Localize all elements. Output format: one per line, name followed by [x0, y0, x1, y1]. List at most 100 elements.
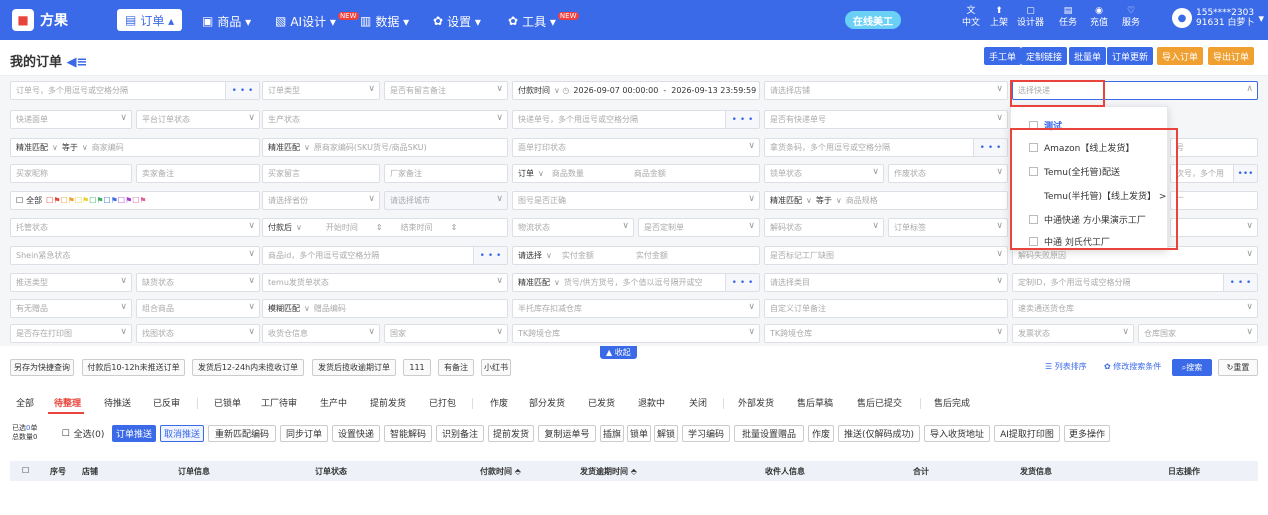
order-update-button[interactable]: 订单更新: [1107, 47, 1154, 65]
factory-input[interactable]: 厂: [1170, 191, 1258, 210]
list-sort-link[interactable]: ☰ 列表排序: [1045, 361, 1087, 372]
export-orders-button[interactable]: 导出订单: [1208, 47, 1255, 65]
push-order-button[interactable]: 订单推送: [112, 425, 156, 442]
quick-query-button[interactable]: 小红书: [481, 359, 511, 376]
tab-pending-organize[interactable]: 待整理: [54, 396, 81, 409]
more-dots[interactable]: •••: [1233, 165, 1257, 182]
tab-locked[interactable]: 已锁单: [214, 396, 241, 409]
tab-pending-push[interactable]: 待推送: [104, 396, 131, 409]
select-all-checkbox[interactable]: ☐ 全选(0): [57, 425, 109, 442]
filter-extra-select[interactable]: ∨: [1170, 218, 1258, 237]
tab-factory-review[interactable]: 工厂待审: [261, 396, 297, 409]
tab-rereviewed[interactable]: 已反审: [153, 396, 180, 409]
receive-warehouse-select[interactable]: 收货仓信息 ∨: [262, 324, 380, 343]
temu-ship-status-select[interactable]: temu发货单状态 ∨: [262, 273, 508, 292]
buyer-message-input[interactable]: 买家留言: [262, 164, 380, 183]
stockout-select[interactable]: 缺货状态 ∨: [136, 273, 260, 292]
import-orders-button[interactable]: 导入订单: [1157, 47, 1204, 65]
tab-aftersale-done[interactable]: 售后完成: [934, 396, 970, 409]
number-input[interactable]: 号: [1170, 138, 1258, 157]
cancel-push-button[interactable]: 取消推送: [160, 425, 204, 442]
quick-query-button[interactable]: 111: [403, 359, 431, 376]
nav-settings[interactable]: ✿ 设置 ▾: [433, 11, 481, 31]
nav-goods[interactable]: ▣ 商品 ▾: [202, 11, 251, 31]
semi-stock-select[interactable]: 半托库存扣减仓库 ∨: [512, 299, 760, 318]
sync-order-button[interactable]: 同步订单: [280, 425, 328, 442]
recognize-note-button[interactable]: 识别备注: [436, 425, 484, 442]
production-status-select[interactable]: 生产状态 ∨: [262, 110, 508, 129]
province-select[interactable]: 请选择省份 ∨: [262, 191, 380, 210]
tab-partial-ship[interactable]: 部分发货: [529, 396, 565, 409]
import-address-button[interactable]: 导入收货地址: [924, 425, 990, 442]
tab-all[interactable]: 全部: [16, 396, 34, 409]
custom-note-input[interactable]: 自定义订单备注: [764, 299, 1008, 318]
nav-tools[interactable]: ✿ 工具 ▾ NEW: [508, 11, 579, 31]
nav-orders[interactable]: ▤ 订单 ▴: [117, 9, 183, 31]
nav-data[interactable]: ▥ 数据 ▾: [360, 11, 409, 31]
header-checkbox[interactable]: ☐: [22, 466, 29, 475]
tk-warehouse-select-2[interactable]: TK跨境仓库 ∨: [764, 324, 1008, 343]
batch-gift-button[interactable]: 批量设置赠品: [734, 425, 804, 442]
print-status-select[interactable]: 面单打印状态 ∨: [512, 138, 760, 157]
category-select[interactable]: 请选择类目 ∨: [764, 273, 1008, 292]
custom-order-select[interactable]: 是否定制单 ∨: [638, 218, 760, 237]
flag-button[interactable]: 插旗: [600, 425, 624, 442]
tab-closed[interactable]: 关闭: [689, 396, 707, 409]
shein-urgent-select[interactable]: Shein紧急状态 ∨: [10, 246, 260, 265]
factory-note-input[interactable]: 厂家备注: [384, 164, 508, 183]
nav-designer[interactable]: ▢ 设计器: [1017, 5, 1044, 29]
country-select[interactable]: 国家 ∨: [384, 324, 508, 343]
quick-query-button[interactable]: 发货后12-24h内未揽收订单: [192, 359, 304, 376]
decode-status-select[interactable]: 解码状态 ∨: [764, 218, 884, 237]
void-button[interactable]: 作废: [808, 425, 834, 442]
tk-warehouse-select-1[interactable]: TK跨境仓库 ∨: [512, 324, 760, 343]
sku-input[interactable]: 精准匹配 ∨ 货号/供方货号，多个值以逗号隔开或空 • • •: [512, 273, 760, 292]
message-note-select[interactable]: 是否有留言备注 ∨: [384, 81, 508, 100]
more-dots[interactable]: • • •: [725, 111, 759, 128]
ai-extract-button[interactable]: AI提取打印图: [994, 425, 1060, 442]
more-dots[interactable]: • • •: [973, 139, 1007, 156]
lock-status-select[interactable]: 锁单状态 ∨: [764, 164, 884, 183]
app-logo[interactable]: ■ 方果: [12, 9, 68, 31]
set-express-button[interactable]: 设置快递: [332, 425, 380, 442]
print-image-select[interactable]: 是否存在打印图 ∨: [10, 324, 132, 343]
tab-shipped[interactable]: 已发货: [588, 396, 615, 409]
barcode-input[interactable]: 拿货条码，多个用逗号或空格分隔 • • •: [764, 138, 1008, 157]
modify-search-link[interactable]: ✿ 修改搜索条件: [1104, 361, 1161, 372]
smart-decode-button[interactable]: 智能解码: [384, 425, 432, 442]
gift-code-input[interactable]: 模糊匹配 ∨ 赠品编码: [262, 299, 508, 318]
platform-status-select[interactable]: 平台订单状态 ∨: [136, 110, 260, 129]
tab-aftersale-submitted[interactable]: 售后已提交: [857, 396, 902, 409]
collapse-filters-button[interactable]: ▲ 收起: [600, 346, 637, 359]
tab-refunding[interactable]: 退款中: [638, 396, 665, 409]
after-pay-range[interactable]: 付款后 ∨ 开始时间 ⇕ 结束时间 ⇕: [262, 218, 508, 237]
tab-in-production[interactable]: 生产中: [320, 396, 347, 409]
quick-query-button[interactable]: 发货后揽收逾期订单: [312, 359, 396, 376]
custom-link-button[interactable]: 定制链接: [1021, 47, 1068, 65]
order-tag-select[interactable]: 订单标签 ∨: [888, 218, 1008, 237]
paid-amount-range[interactable]: 请选择 ∨ 实付金额 实付金额: [512, 246, 760, 265]
lock-button[interactable]: 锁单: [627, 425, 651, 442]
tab-packed[interactable]: 已打包: [429, 396, 456, 409]
shop-select[interactable]: 请选择店铺 ∨: [764, 81, 1008, 100]
copy-tracking-button[interactable]: 复制运单号: [538, 425, 596, 442]
more-dots[interactable]: • • •: [725, 274, 759, 291]
more-dots[interactable]: • • •: [225, 82, 259, 99]
custom-id-input[interactable]: 定制ID，多个用逗号或空格分隔 • • •: [1012, 273, 1258, 292]
manual-order-button[interactable]: 手工单: [984, 47, 1022, 65]
menu-fold-icon[interactable]: ◀≡: [67, 55, 88, 70]
merchant-code-input[interactable]: 精准匹配 ∨ 等于 ∨ 商家编码: [10, 138, 260, 157]
quick-query-button[interactable]: 有备注: [438, 359, 474, 376]
push-type-select[interactable]: 推送类型 ∨: [10, 273, 132, 292]
city-select[interactable]: 请选择城市 ∨: [384, 191, 508, 210]
col-overdue-time[interactable]: 发货逾期时间 ⬘: [580, 466, 637, 477]
combo-goods-select[interactable]: 组合商品 ∨: [136, 299, 260, 318]
reset-button[interactable]: ↻ 重置: [1218, 359, 1258, 376]
nav-upload[interactable]: ⬆ 上架: [990, 5, 1008, 29]
express-sheet-select[interactable]: 快递面单 ∨: [10, 110, 132, 129]
nav-ai-design[interactable]: ▧ AI设计 ▾ NEW: [275, 11, 359, 31]
tab-external-ship[interactable]: 外部发货: [738, 396, 774, 409]
buyer-nick-input[interactable]: 买家昵称: [10, 164, 132, 183]
goods-qty-range[interactable]: 订单 ∨ 商品数量 商品金额: [512, 164, 760, 183]
order-no-input[interactable]: 订单号，多个用逗号或空格分隔 • • •: [10, 81, 260, 100]
